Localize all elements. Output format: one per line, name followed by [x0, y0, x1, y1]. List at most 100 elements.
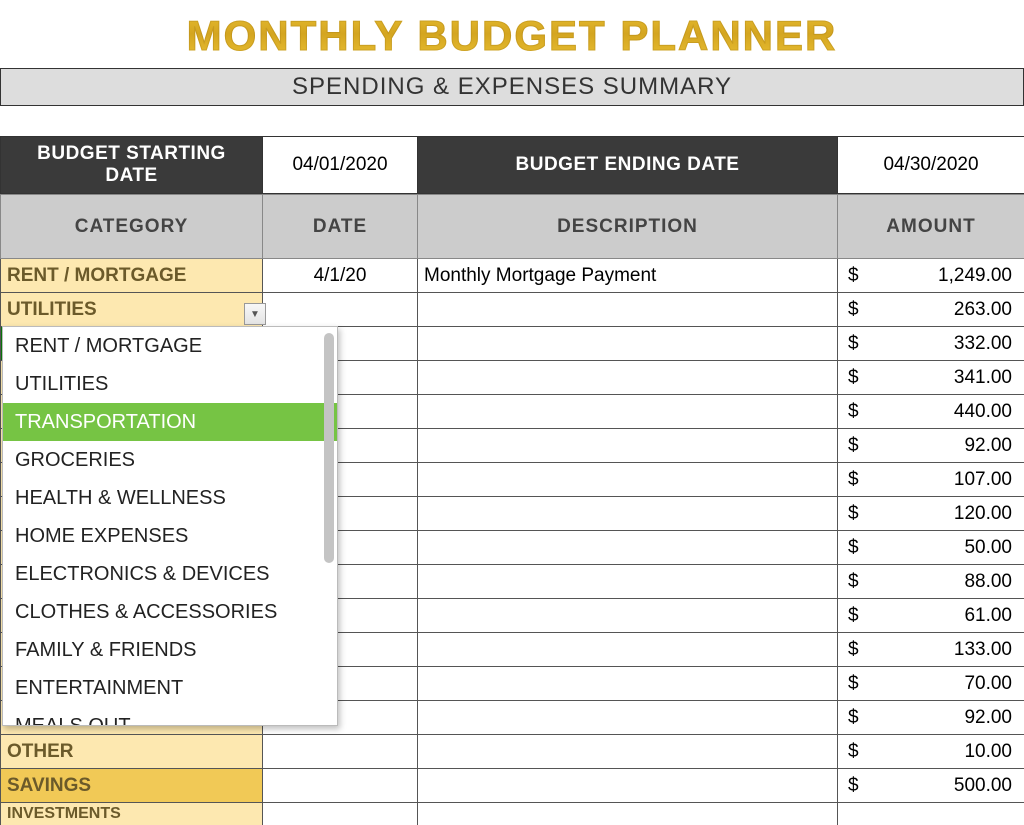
amount-cell[interactable]: $263.00	[838, 293, 1024, 327]
amount-cell[interactable]: $88.00	[838, 565, 1024, 599]
partial-amount-cell[interactable]	[838, 803, 1024, 825]
date-cell[interactable]	[263, 293, 418, 327]
dropdown-item[interactable]: MEALS OUT	[3, 707, 337, 726]
description-cell[interactable]	[418, 633, 838, 667]
currency-symbol: $	[848, 707, 859, 729]
currency-symbol: $	[848, 469, 859, 491]
col-header-description: DESCRIPTION	[418, 195, 838, 259]
currency-symbol: $	[848, 537, 859, 559]
amount-value: 70.00	[848, 673, 1012, 695]
col-header-date: DATE	[263, 195, 418, 259]
description-cell[interactable]	[418, 735, 838, 769]
description-cell[interactable]	[418, 395, 838, 429]
currency-symbol: $	[848, 673, 859, 695]
amount-value: 50.00	[848, 537, 1012, 559]
currency-symbol: $	[848, 265, 859, 287]
dropdown-item[interactable]: ELECTRONICS & DEVICES	[3, 555, 337, 593]
subtitle-bar: SPENDING & EXPENSES SUMMARY	[0, 68, 1024, 106]
currency-symbol: $	[848, 333, 859, 355]
amount-cell[interactable]: $1,249.00	[838, 259, 1024, 293]
amount-cell[interactable]: $10.00	[838, 735, 1024, 769]
budget-end-label: BUDGET ENDING DATE	[418, 137, 838, 194]
description-cell[interactable]	[418, 701, 838, 735]
currency-symbol: $	[848, 401, 859, 423]
description-cell[interactable]	[418, 293, 838, 327]
currency-symbol: $	[848, 775, 859, 797]
description-cell[interactable]	[418, 667, 838, 701]
dropdown-item[interactable]: UTILITIES	[3, 365, 337, 403]
amount-cell[interactable]: $107.00	[838, 463, 1024, 497]
amount-value: 10.00	[848, 741, 1012, 763]
date-cell[interactable]	[263, 735, 418, 769]
amount-value: 92.00	[848, 707, 1012, 729]
currency-symbol: $	[848, 503, 859, 525]
budget-start-date[interactable]: 04/01/2020	[263, 137, 418, 194]
amount-cell[interactable]: $92.00	[838, 429, 1024, 463]
dropdown-item[interactable]: CLOTHES & ACCESSORIES	[3, 593, 337, 631]
budget-end-date[interactable]: 04/30/2020	[838, 137, 1024, 194]
amount-value: 263.00	[848, 299, 1012, 321]
amount-value: 133.00	[848, 639, 1012, 661]
dropdown-toggle-button[interactable]: ▼	[244, 303, 266, 325]
partial-desc-cell[interactable]	[418, 803, 838, 825]
partial-date-cell[interactable]	[263, 803, 418, 825]
partial-category-cell[interactable]: INVESTMENTS	[1, 803, 263, 825]
currency-symbol: $	[848, 741, 859, 763]
description-cell[interactable]	[418, 361, 838, 395]
description-cell[interactable]	[418, 497, 838, 531]
category-cell[interactable]: UTILITIES	[1, 293, 263, 327]
category-cell[interactable]: OTHER	[1, 735, 263, 769]
amount-value: 92.00	[848, 435, 1012, 457]
currency-symbol: $	[848, 367, 859, 389]
amount-value: 500.00	[848, 775, 1012, 797]
category-dropdown-panel: RENT / MORTGAGEUTILITIESTRANSPORTATIONGR…	[2, 326, 338, 726]
currency-symbol: $	[848, 639, 859, 661]
dropdown-item[interactable]: HEALTH & WELLNESS	[3, 479, 337, 517]
table-row: SAVINGS $500.00	[1, 769, 1024, 803]
amount-cell[interactable]: $70.00	[838, 667, 1024, 701]
description-cell[interactable]	[418, 599, 838, 633]
date-cell[interactable]	[263, 769, 418, 803]
description-cell[interactable]	[418, 565, 838, 599]
amount-cell[interactable]: $92.00	[838, 701, 1024, 735]
description-cell[interactable]: Monthly Mortgage Payment	[418, 259, 838, 293]
date-cell[interactable]: 4/1/20	[263, 259, 418, 293]
amount-cell[interactable]: $332.00	[838, 327, 1024, 361]
currency-symbol: $	[848, 299, 859, 321]
table-row: RENT / MORTGAGE4/1/20Monthly Mortgage Pa…	[1, 259, 1024, 293]
category-cell[interactable]: RENT / MORTGAGE	[1, 259, 263, 293]
description-cell[interactable]	[418, 531, 838, 565]
dropdown-item[interactable]: FAMILY & FRIENDS	[3, 631, 337, 669]
dropdown-item[interactable]: RENT / MORTGAGE	[3, 327, 337, 365]
table-row: UTILITIES $263.00	[1, 293, 1024, 327]
table-row: OTHER $10.00	[1, 735, 1024, 769]
amount-cell[interactable]: $61.00	[838, 599, 1024, 633]
dropdown-item[interactable]: TRANSPORTATION	[3, 403, 337, 441]
col-header-category: CATEGORY	[1, 195, 263, 259]
amount-value: 88.00	[848, 571, 1012, 593]
amount-value: 120.00	[848, 503, 1012, 525]
category-cell[interactable]: SAVINGS	[1, 769, 263, 803]
amount-value: 341.00	[848, 367, 1012, 389]
amount-value: 107.00	[848, 469, 1012, 491]
description-cell[interactable]	[418, 769, 838, 803]
dropdown-item[interactable]: ENTERTAINMENT	[3, 669, 337, 707]
amount-value: 1,249.00	[848, 265, 1012, 287]
dropdown-item[interactable]: HOME EXPENSES	[3, 517, 337, 555]
amount-cell[interactable]: $50.00	[838, 531, 1024, 565]
amount-cell[interactable]: $341.00	[838, 361, 1024, 395]
currency-symbol: $	[848, 435, 859, 457]
amount-value: 332.00	[848, 333, 1012, 355]
amount-cell[interactable]: $500.00	[838, 769, 1024, 803]
description-cell[interactable]	[418, 429, 838, 463]
dropdown-scrollbar[interactable]	[324, 333, 334, 563]
amount-value: 61.00	[848, 605, 1012, 627]
dropdown-item[interactable]: GROCERIES	[3, 441, 337, 479]
amount-cell[interactable]: $120.00	[838, 497, 1024, 531]
budget-start-label: BUDGET STARTING DATE	[1, 137, 263, 194]
amount-cell[interactable]: $440.00	[838, 395, 1024, 429]
amount-cell[interactable]: $133.00	[838, 633, 1024, 667]
description-cell[interactable]	[418, 463, 838, 497]
description-cell[interactable]	[418, 327, 838, 361]
currency-symbol: $	[848, 571, 859, 593]
